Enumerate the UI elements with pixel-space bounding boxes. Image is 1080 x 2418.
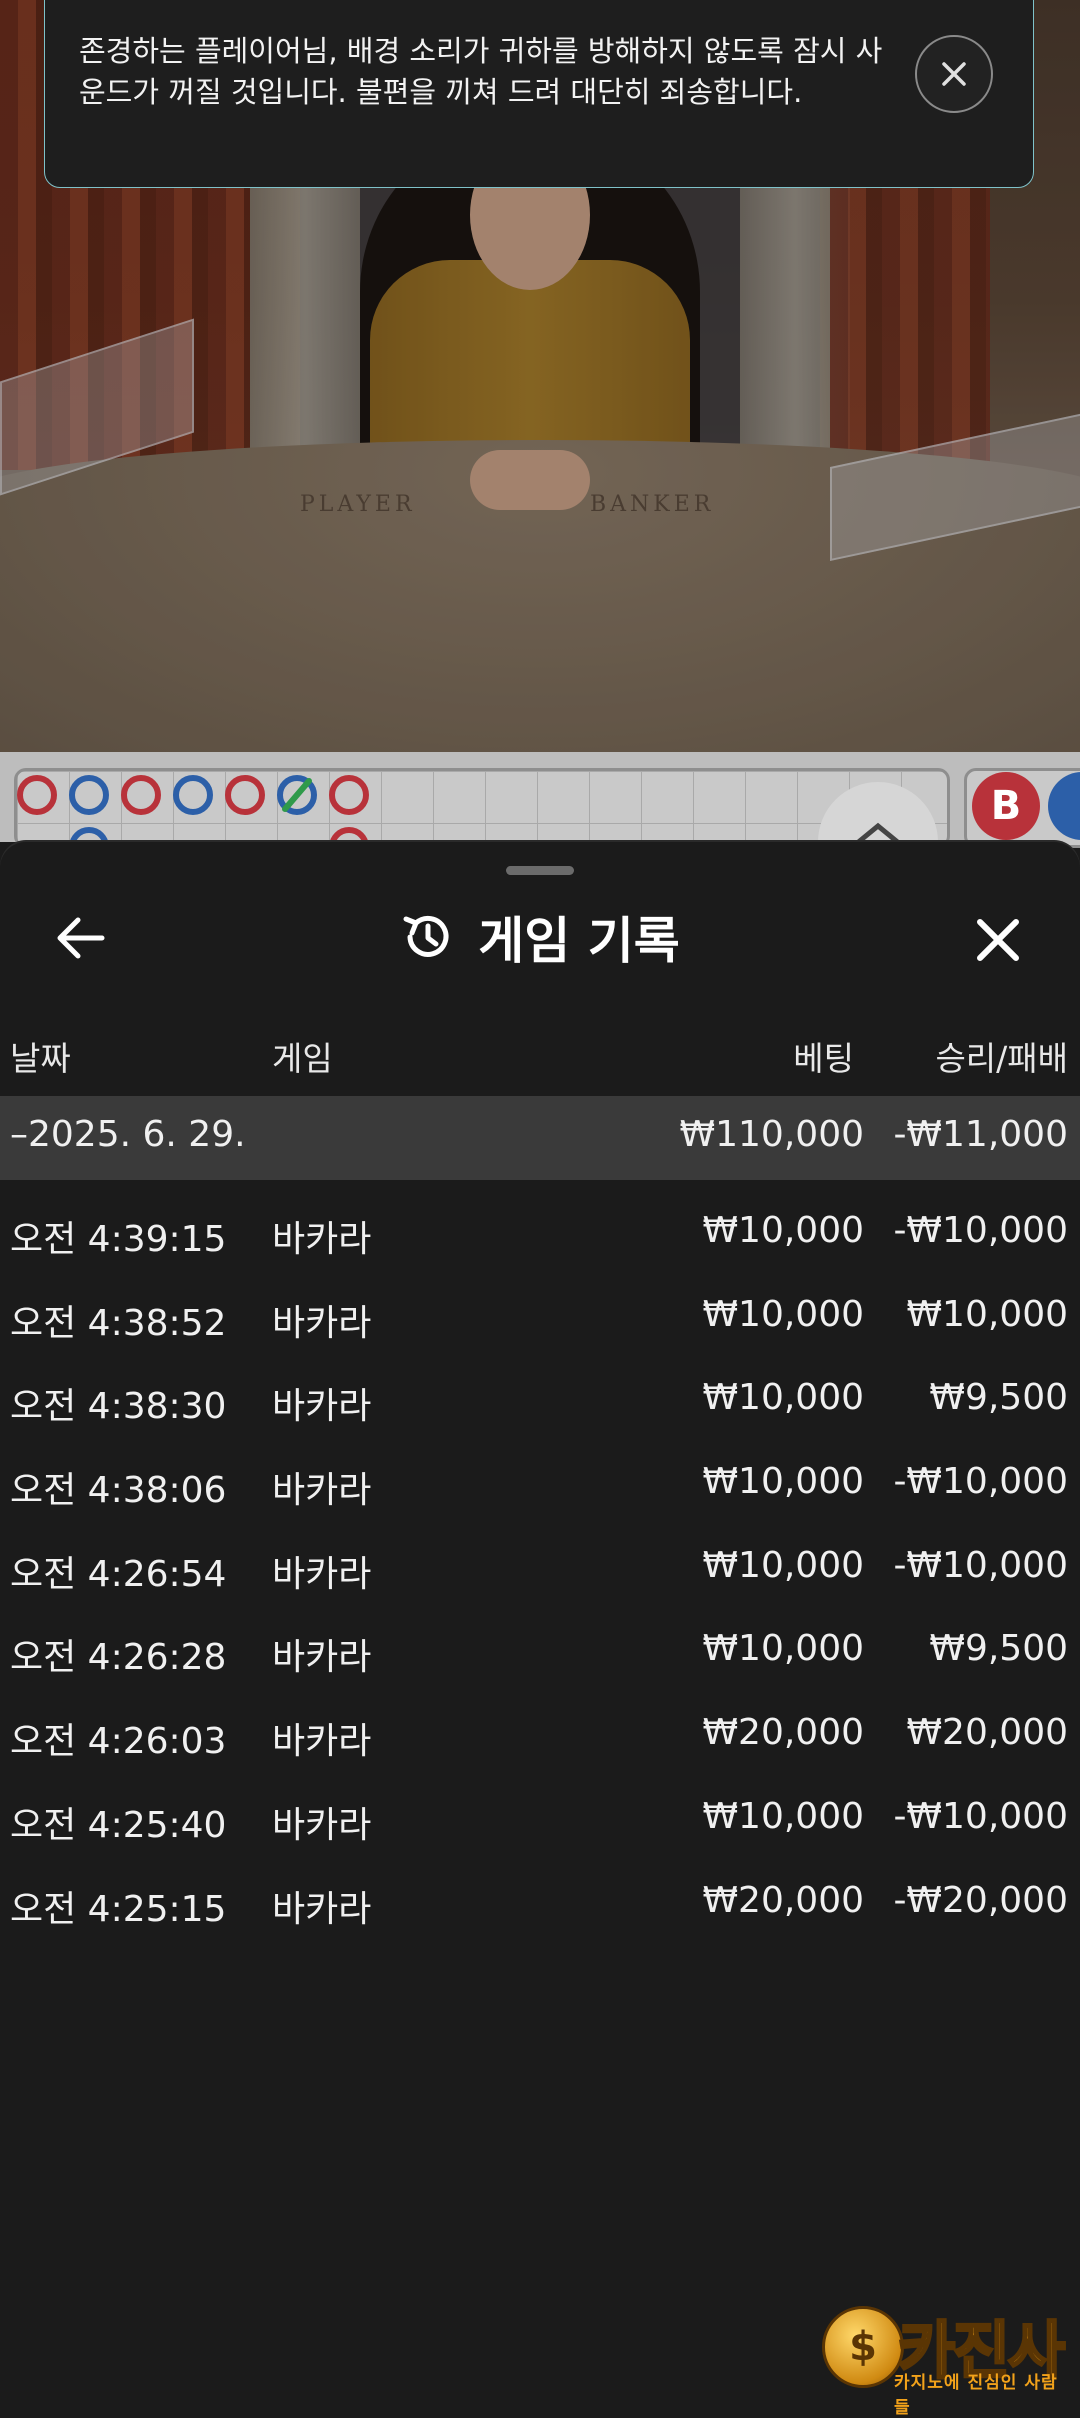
row-result: -₩10,000 bbox=[893, 1795, 1068, 1837]
column-header-bet: 베팅 bbox=[793, 1039, 854, 1078]
row-time: 오전 4:25:15 bbox=[10, 1888, 227, 1930]
row-bet: ₩10,000 bbox=[702, 1377, 864, 1419]
row-bet: ₩10,000 bbox=[702, 1795, 864, 1837]
row-game: 바카라 bbox=[272, 1888, 372, 1930]
history-row[interactable]: 오전 4:26:54 바카라 ₩10,000 -₩10,000 bbox=[0, 1515, 1080, 1599]
row-bet: ₩10,000 bbox=[702, 1293, 864, 1335]
row-time: 오전 4:39:15 bbox=[10, 1219, 227, 1260]
close-icon bbox=[942, 62, 966, 86]
history-list: 오전 4:39:15 바카라 ₩10,000 -₩10,000 오전 4:38:… bbox=[0, 1180, 1080, 1933]
row-time: 오전 4:25:40 bbox=[10, 1804, 227, 1846]
row-game: 바카라 bbox=[272, 1470, 372, 1512]
history-row[interactable]: 오전 4:39:15 바카라 ₩10,000 -₩10,000 bbox=[0, 1180, 1080, 1264]
row-time: 오전 4:38:06 bbox=[10, 1470, 227, 1512]
row-bet: ₩20,000 bbox=[702, 1879, 864, 1921]
toast-message: 존경하는 플레이어님, 배경 소리가 귀하를 방해하지 않도록 잠시 사운드가 … bbox=[79, 34, 883, 109]
history-icon bbox=[403, 915, 449, 957]
history-row[interactable]: 오전 4:38:06 바카라 ₩10,000 -₩10,000 bbox=[0, 1431, 1080, 1515]
summary-bet-total: ₩110,000 bbox=[679, 1114, 864, 1155]
history-row[interactable]: 오전 4:38:30 바카라 ₩10,000 ₩9,500 bbox=[0, 1347, 1080, 1431]
row-result: ₩9,500 bbox=[929, 1377, 1068, 1419]
row-result: -₩20,000 bbox=[893, 1879, 1068, 1921]
history-row[interactable]: 오전 4:25:15 바카라 ₩20,000 -₩20,000 bbox=[0, 1850, 1080, 1934]
row-result: -₩10,000 bbox=[893, 1461, 1068, 1503]
bead-player bbox=[173, 775, 213, 815]
bead-player-tie bbox=[277, 775, 317, 815]
row-result: ₩20,000 bbox=[906, 1712, 1068, 1754]
brand-tagline: 카지노에 진심인 사람들 bbox=[894, 2373, 1058, 2418]
column-header-game: 게임 bbox=[272, 1039, 333, 1078]
brand-watermark: $ 카진사 카지노에 진심인 사람들 bbox=[818, 2302, 1070, 2418]
drag-handle[interactable] bbox=[506, 866, 574, 875]
row-time: 오전 4:38:30 bbox=[10, 1386, 227, 1428]
date-group-summary[interactable]: –2025. 6. 29. ₩110,000 -₩11,000 bbox=[0, 1096, 1080, 1180]
game-history-sheet: 게임 기록 날짜 게임 베팅 승리/패배 –2025. 6. 29. ₩110,… bbox=[0, 842, 1080, 2400]
bead-banker bbox=[329, 775, 369, 815]
row-bet: ₩10,000 bbox=[702, 1628, 864, 1670]
row-bet: ₩10,000 bbox=[702, 1544, 864, 1586]
sheet-header: 게임 기록 bbox=[0, 902, 1080, 972]
row-game: 바카라 bbox=[272, 1637, 372, 1679]
sheet-title: 게임 기록 bbox=[478, 912, 680, 970]
bead-banker bbox=[121, 775, 161, 815]
row-game: 바카라 bbox=[272, 1386, 372, 1428]
row-game: 바카라 bbox=[272, 1302, 372, 1344]
tie-slash-icon bbox=[282, 778, 312, 812]
close-icon bbox=[977, 919, 1019, 961]
toast-close-button[interactable] bbox=[915, 35, 993, 113]
row-game: 바카라 bbox=[272, 1553, 372, 1595]
row-result: -₩10,000 bbox=[893, 1544, 1068, 1586]
summary-date: –2025. 6. 29. bbox=[10, 1114, 246, 1155]
row-game: 바카라 bbox=[272, 1804, 372, 1846]
row-bet: ₩10,000 bbox=[702, 1210, 864, 1251]
column-header-result: 승리/패배 bbox=[935, 1039, 1068, 1078]
history-row[interactable]: 오전 4:26:03 바카라 ₩20,000 ₩20,000 bbox=[0, 1682, 1080, 1766]
row-bet: ₩10,000 bbox=[702, 1461, 864, 1503]
coin-icon: $ bbox=[822, 2306, 904, 2388]
bead-banker bbox=[225, 775, 265, 815]
history-row[interactable]: 오전 4:26:28 바카라 ₩10,000 ₩9,500 bbox=[0, 1598, 1080, 1682]
row-bet: ₩20,000 bbox=[702, 1712, 864, 1754]
column-header-date: 날짜 bbox=[10, 1039, 71, 1078]
row-time: 오전 4:26:28 bbox=[10, 1637, 227, 1679]
row-time: 오전 4:26:54 bbox=[10, 1553, 227, 1595]
sound-muted-toast: 존경하는 플레이어님, 배경 소리가 귀하를 방해하지 않도록 잠시 사운드가 … bbox=[44, 0, 1034, 188]
row-time: 오전 4:38:52 bbox=[10, 1302, 227, 1344]
banker-predict-badge[interactable]: B bbox=[972, 772, 1040, 840]
bead-road[interactable] bbox=[14, 768, 950, 848]
row-result: ₩10,000 bbox=[906, 1293, 1068, 1335]
row-game: 바카라 bbox=[272, 1219, 372, 1260]
row-result: -₩10,000 bbox=[893, 1210, 1068, 1251]
history-row[interactable]: 오전 4:38:52 바카라 ₩10,000 ₩10,000 bbox=[0, 1264, 1080, 1348]
history-row[interactable]: 오전 4:25:40 바카라 ₩10,000 -₩10,000 bbox=[0, 1766, 1080, 1850]
row-time: 오전 4:26:03 bbox=[10, 1721, 227, 1763]
row-game: 바카라 bbox=[272, 1721, 372, 1763]
summary-result-total: -₩11,000 bbox=[893, 1114, 1068, 1155]
bead-banker bbox=[17, 775, 57, 815]
close-sheet-button[interactable] bbox=[966, 908, 1030, 972]
bead-player bbox=[69, 775, 109, 815]
row-result: ₩9,500 bbox=[929, 1628, 1068, 1670]
